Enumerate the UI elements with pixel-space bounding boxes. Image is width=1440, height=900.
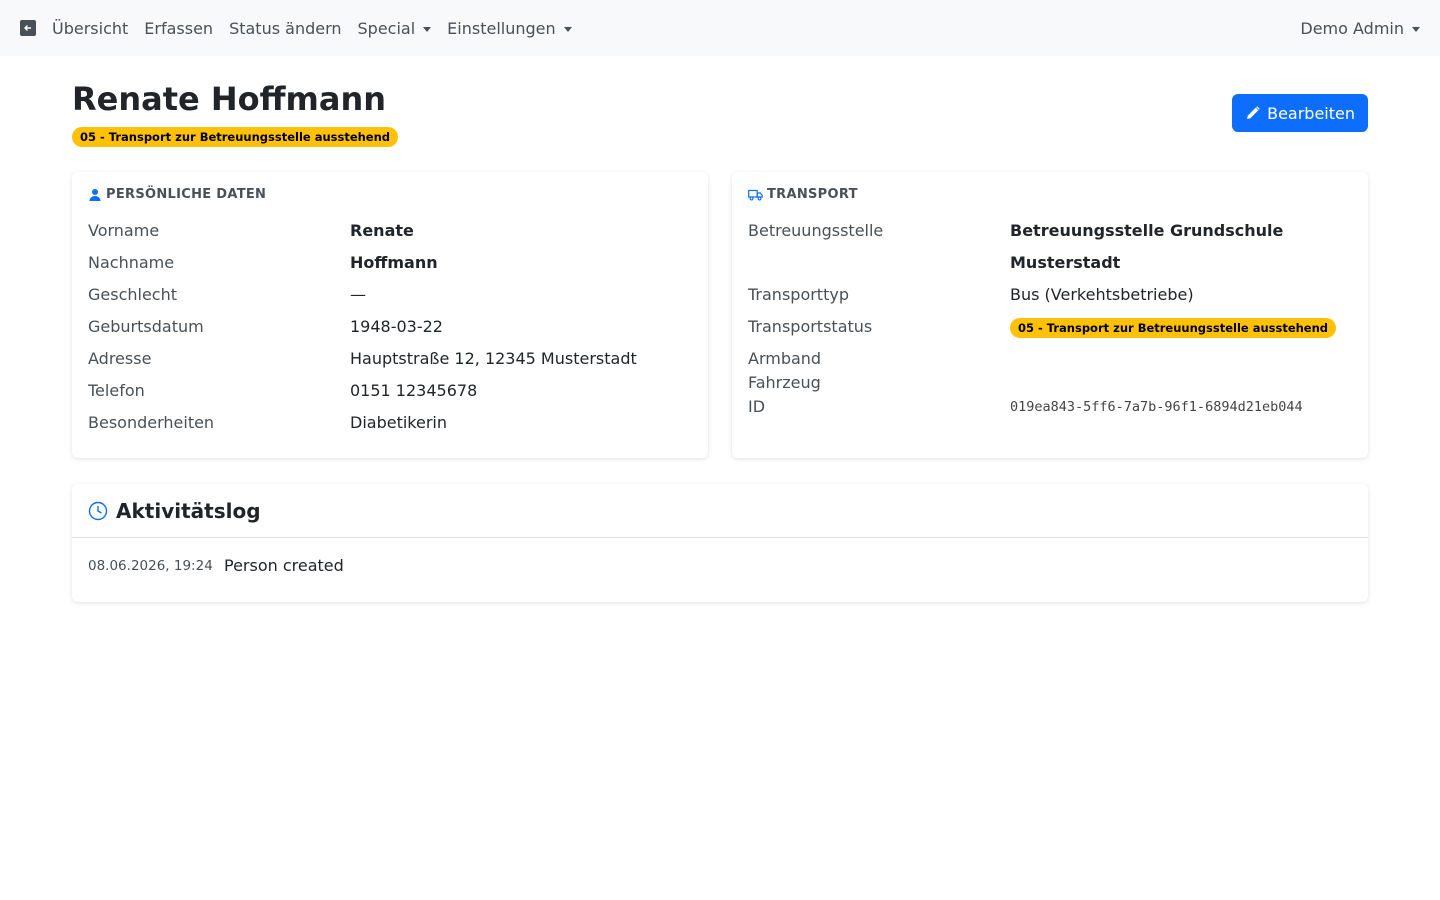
field-label-telefon: Telefon: [88, 381, 145, 400]
main-content: Renate Hoffmann 05 - Transport zur Betre…: [72, 56, 1368, 602]
field-value-telefon: 0151 12345678: [350, 381, 478, 400]
field-value-vorname: Renate: [350, 221, 414, 240]
field-label-id: ID: [748, 397, 766, 416]
field-value-id: 019ea843-5ff6-7a7b-96f1-6894d21eb044: [1010, 399, 1303, 415]
activity-log-title: Aktivitätslog: [116, 498, 261, 523]
edit-button[interactable]: Bearbeiten: [1232, 94, 1368, 132]
caret-down-icon: [563, 26, 572, 32]
edit-button-label: Bearbeiten: [1267, 103, 1355, 123]
transport-heading-text: TRANSPORT: [767, 187, 858, 202]
nav-dropdown-einstellungen-label: Einstellungen: [447, 18, 556, 38]
person-header: Renate Hoffmann 05 - Transport zur Betre…: [72, 80, 1368, 172]
clock-icon: [88, 501, 108, 520]
back-arrow-icon[interactable]: [20, 20, 36, 36]
field-value-adresse: Hauptstraße 12, 12345 Musterstadt: [350, 349, 637, 368]
personal-data-heading-text: PERSÖNLICHE DATEN: [106, 187, 267, 202]
nav-dropdown-einstellungen[interactable]: Einstellungen: [447, 18, 572, 38]
activity-log-card: Aktivitätslog 08.06.2026, 19:24 Person c…: [72, 484, 1368, 602]
personal-data-heading: PERSÖNLICHE DATEN: [88, 186, 692, 203]
field-label-transportstatus: Transportstatus: [748, 317, 873, 336]
nav-user-area: Demo Admin: [1300, 19, 1420, 38]
transport-status-badge: 05 - Transport zur Betreuungsstelle auss…: [1010, 318, 1337, 338]
personal-data-list: Vorname Renate Nachname Hoffmann Geschle…: [88, 215, 692, 439]
transport-card: TRANSPORT Betreuungsstelle Betreuungsste…: [732, 172, 1368, 458]
nav-dropdown-special-label: Special: [357, 18, 416, 38]
page-title: Renate Hoffmann: [72, 80, 387, 118]
status-badge: 05 - Transport zur Betreuungsstelle auss…: [72, 127, 399, 147]
user-menu-dropdown[interactable]: Demo Admin: [1300, 19, 1420, 38]
log-entry: 08.06.2026, 19:24 Person created: [72, 538, 1368, 593]
user-name: Demo Admin: [1300, 18, 1404, 38]
transport-heading: TRANSPORT: [748, 186, 1352, 203]
field-label-geburtsdatum: Geburtsdatum: [88, 317, 204, 336]
log-entry-time: 08.06.2026, 19:24: [88, 557, 213, 574]
activity-log-header: Aktivitätslog: [72, 484, 1368, 538]
nav-dropdown-special[interactable]: Special: [358, 19, 432, 38]
transport-list: Betreuungsstelle Betreuungsstelle Grunds…: [748, 215, 1352, 419]
field-value-nachname: Hoffmann: [350, 253, 438, 272]
field-label-geschlecht: Geschlecht: [88, 285, 178, 304]
top-navbar: Übersicht Erfassen Status ändern Special…: [0, 0, 1440, 56]
field-value-transportstatus-wrap: 05 - Transport zur Betreuungsstelle auss…: [1010, 311, 1352, 343]
field-label-armband: Armband: [748, 349, 822, 368]
truck-icon: [748, 189, 763, 200]
log-entry-message: Person created: [224, 556, 344, 575]
field-label-besonderheiten: Besonderheiten: [88, 413, 215, 432]
field-value-transporttyp: Bus (Verkehtsbetriebe): [1010, 285, 1194, 304]
nav-links: Übersicht Erfassen Status ändern Special…: [52, 19, 588, 38]
personal-data-card: PERSÖNLICHE DATEN Vorname Renate Nachnam…: [72, 172, 708, 458]
field-value-armband: [1010, 343, 1352, 371]
field-label-fahrzeug: Fahrzeug: [748, 373, 821, 392]
field-value-besonderheiten: Diabetikerin: [350, 413, 447, 432]
nav-link-erfassen[interactable]: Erfassen: [144, 19, 213, 38]
info-cards: PERSÖNLICHE DATEN Vorname Renate Nachnam…: [72, 172, 1368, 458]
field-label-adresse: Adresse: [88, 349, 152, 368]
caret-down-icon: [423, 26, 432, 32]
nav-link-status-aendern[interactable]: Status ändern: [229, 19, 341, 38]
field-value-betreuungsstelle: Betreuungsstelle Grundschule Musterstadt: [1010, 221, 1284, 272]
pencil-icon: [1247, 106, 1260, 119]
field-label-transporttyp: Transporttyp: [748, 285, 849, 304]
nav-link-uebersicht[interactable]: Übersicht: [52, 19, 128, 38]
field-label-vorname: Vorname: [88, 221, 160, 240]
field-label-betreuungsstelle: Betreuungsstelle: [748, 221, 884, 240]
field-value-fahrzeug: [1010, 371, 1352, 395]
field-value-geschlecht: —: [350, 285, 366, 304]
field-label-nachname: Nachname: [88, 253, 175, 272]
caret-down-icon: [1412, 26, 1420, 32]
person-header-left: Renate Hoffmann 05 - Transport zur Betre…: [72, 80, 399, 147]
field-value-geburtsdatum: 1948-03-22: [350, 317, 443, 336]
person-icon: [89, 188, 101, 201]
